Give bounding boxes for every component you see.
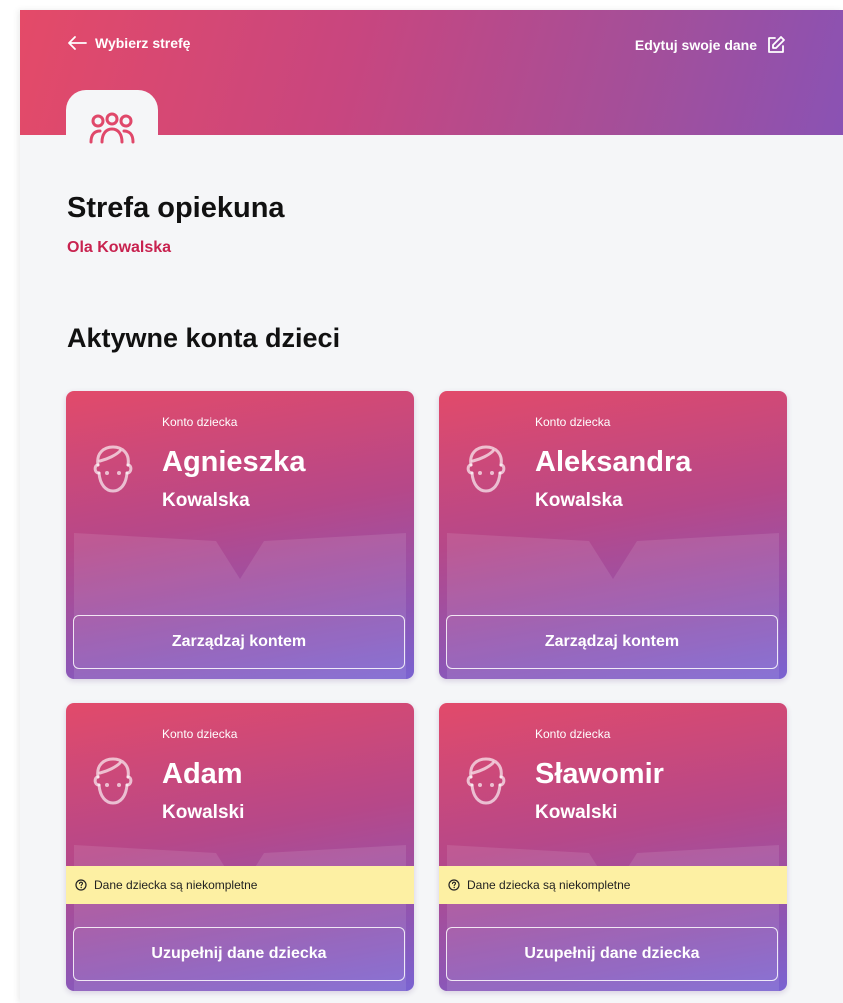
back-link-label: Wybierz strefę [95,35,191,51]
warning-text: Dane dziecka są niekompletne [467,878,631,892]
manage-account-button[interactable]: Zarządzaj kontem [73,615,405,669]
child-account-card: Konto dziecka Agnieszka Kowalska Zarządz… [66,391,414,679]
child-last-name: Kowalski [162,802,245,823]
child-account-card: Konto dziecka Sławomir Kowalski Dane dzi… [439,703,787,991]
section-title: Aktywne konta dzieci [67,323,341,353]
complete-data-button[interactable]: Uzupełnij dane dziecka [73,927,405,981]
child-first-name: Agnieszka [162,446,306,478]
child-face-icon [93,757,133,805]
child-account-card: Konto dziecka Aleksandra Kowalska Zarząd… [439,391,787,679]
card-label: Konto dziecka [162,415,238,429]
group-icon [89,112,135,144]
page-title: Strefa opiekuna [67,192,285,224]
child-account-card: Konto dziecka Adam Kowalski Dane dziecka… [66,703,414,991]
card-label: Konto dziecka [535,415,611,429]
complete-data-button[interactable]: Uzupełnij dane dziecka [446,927,778,981]
child-last-name: Kowalska [535,490,623,511]
back-link[interactable]: Wybierz strefę [67,35,190,51]
card-label: Konto dziecka [535,727,611,741]
child-face-icon [93,445,133,493]
child-first-name: Aleksandra [535,446,692,478]
edit-profile-link[interactable]: Edytuj swoje dane [635,35,786,55]
question-circle-icon [75,879,87,891]
guardian-zone-page: Wybierz strefę Edytuj swoje dane Strefa … [20,10,843,1003]
child-face-icon [466,757,506,805]
arrow-left-icon [68,36,87,50]
zone-badge [66,90,158,170]
child-last-name: Kowalski [535,802,618,823]
edit-profile-label: Edytuj swoje dane [634,37,757,53]
incomplete-data-warning: Dane dziecka są niekompletne [66,866,414,904]
manage-account-button[interactable]: Zarządzaj kontem [446,615,778,669]
warning-text: Dane dziecka są niekompletne [94,878,258,892]
question-circle-icon [448,879,460,891]
edit-icon [768,36,785,53]
child-face-icon [466,445,506,493]
child-last-name: Kowalska [162,490,250,511]
card-label: Konto dziecka [162,727,238,741]
child-first-name: Adam [162,758,243,790]
incomplete-data-warning: Dane dziecka są niekompletne [439,866,787,904]
child-first-name: Sławomir [535,758,664,790]
guardian-name: Ola Kowalska [67,239,172,256]
